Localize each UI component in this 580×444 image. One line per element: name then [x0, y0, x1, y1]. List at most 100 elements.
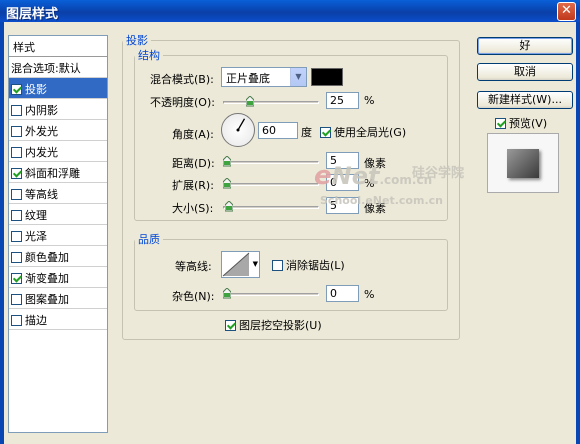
preview-checkbox[interactable]: 预览(V)	[495, 115, 547, 131]
style-item[interactable]: 外发光	[9, 120, 107, 141]
chevron-down-icon[interactable]: ▼	[253, 260, 258, 268]
style-item[interactable]: 图案叠加	[9, 288, 107, 309]
noise-slider-track[interactable]	[223, 293, 319, 296]
style-item[interactable]: 斜面和浮雕	[9, 162, 107, 183]
checkbox-icon[interactable]	[11, 189, 22, 200]
styles-list: 样式 混合选项:默认 投影内阴影外发光内发光斜面和浮雕等高线纹理光泽颜色叠加渐变…	[8, 35, 108, 433]
style-item[interactable]: 投影	[9, 78, 107, 99]
style-item[interactable]: 内阴影	[9, 99, 107, 120]
style-item[interactable]: 光泽	[9, 225, 107, 246]
chevron-down-icon[interactable]: ▼	[290, 68, 306, 86]
knockout-label: 图层挖空投影(U)	[239, 319, 322, 332]
style-item[interactable]: 描边	[9, 309, 107, 330]
style-item-label: 渐变叠加	[25, 272, 69, 285]
style-item[interactable]: 渐变叠加	[9, 267, 107, 288]
structure-title: 结构	[138, 49, 160, 62]
checkbox-icon[interactable]	[495, 118, 506, 129]
distance-slider-track[interactable]	[223, 161, 319, 164]
checkbox-icon[interactable]	[11, 126, 22, 137]
checkbox-icon[interactable]	[11, 105, 22, 116]
shadow-color-swatch[interactable]	[311, 68, 343, 86]
style-item-label: 光泽	[25, 230, 47, 243]
style-item-label: 纹理	[25, 209, 47, 222]
watermark-school: School.eNet.com.cn	[320, 194, 443, 207]
preview-label: 预览(V)	[509, 117, 548, 130]
style-item-label: 外发光	[25, 125, 58, 138]
distance-label: 距离(D):	[172, 157, 215, 170]
watermark-cn: 硅谷学院	[412, 166, 465, 181]
window-frame-left	[0, 22, 4, 444]
style-item-label: 斜面和浮雕	[25, 167, 80, 180]
checkbox-icon[interactable]	[320, 127, 331, 138]
blend-mode-label: 混合模式(B):	[150, 73, 214, 86]
cancel-button[interactable]: 取消	[477, 63, 573, 81]
checkbox-icon[interactable]	[11, 252, 22, 263]
checkbox-icon[interactable]	[11, 168, 22, 179]
new-style-button[interactable]: 新建样式(W)...	[477, 91, 573, 109]
ok-button[interactable]: 好	[477, 37, 573, 55]
spread-label: 扩展(R):	[172, 179, 214, 192]
checkbox-icon[interactable]	[11, 273, 22, 284]
size-slider-track[interactable]	[223, 206, 319, 209]
antialias-checkbox[interactable]: 消除锯齿(L)	[272, 257, 345, 273]
watermark-e: e	[314, 161, 332, 191]
angle-dial[interactable]	[221, 113, 255, 147]
preview-box	[487, 133, 559, 193]
quality-title: 品质	[138, 233, 160, 246]
angle-label: 角度(A):	[172, 128, 214, 141]
opacity-input[interactable]: 25	[326, 92, 359, 109]
checkbox-icon[interactable]	[11, 315, 22, 326]
style-item-label: 图案叠加	[25, 293, 69, 306]
checkbox-icon[interactable]	[225, 320, 236, 331]
style-item-label: 内阴影	[25, 104, 58, 117]
knockout-checkbox[interactable]: 图层挖空投影(U)	[225, 317, 322, 333]
style-item-label: 投影	[25, 83, 47, 96]
opacity-label: 不透明度(O):	[150, 96, 215, 109]
noise-slider-thumb[interactable]	[223, 288, 231, 299]
checkbox-icon[interactable]	[11, 84, 22, 95]
style-item[interactable]: 内发光	[9, 141, 107, 162]
antialias-label: 消除锯齿(L)	[286, 259, 345, 272]
opacity-slider-thumb[interactable]	[245, 96, 254, 107]
style-item-label: 颜色叠加	[25, 251, 69, 264]
opacity-slider-track[interactable]	[223, 101, 319, 104]
opacity-unit: %	[364, 94, 375, 107]
angle-input[interactable]: 60	[258, 122, 298, 139]
global-light-label: 使用全局光(G)	[334, 126, 407, 139]
drop-shadow-title: 投影	[126, 34, 148, 47]
noise-unit: %	[364, 288, 375, 301]
checkbox-icon[interactable]	[11, 210, 22, 221]
contour-picker[interactable]: ▼	[221, 251, 260, 278]
window-frame-right	[576, 22, 580, 444]
style-item-label: 内发光	[25, 146, 58, 159]
blend-mode-value: 正片叠底	[226, 72, 270, 85]
close-icon[interactable]: ✕	[557, 2, 576, 21]
style-item[interactable]: 纹理	[9, 204, 107, 225]
watermark-net: Net	[331, 162, 380, 190]
checkbox-icon[interactable]	[272, 260, 283, 271]
blend-mode-select[interactable]: 正片叠底 ▼	[221, 67, 307, 87]
contour-curve-icon	[222, 252, 250, 277]
style-item-label: 等高线	[25, 188, 58, 201]
noise-label: 杂色(N):	[172, 290, 215, 303]
style-item[interactable]: 等高线	[9, 183, 107, 204]
checkbox-icon[interactable]	[11, 231, 22, 242]
window-title: 图层样式	[6, 7, 59, 22]
distance-slider-thumb[interactable]	[223, 156, 231, 167]
spread-slider-thumb[interactable]	[223, 178, 231, 189]
styles-header[interactable]: 样式	[9, 36, 107, 57]
style-item[interactable]: 颜色叠加	[9, 246, 107, 267]
checkbox-icon[interactable]	[11, 294, 22, 305]
spread-slider-track[interactable]	[223, 183, 319, 186]
angle-needle-icon	[236, 118, 246, 132]
noise-input[interactable]: 0	[326, 285, 359, 302]
blend-options-item[interactable]: 混合选项:默认	[9, 57, 107, 78]
global-light-checkbox[interactable]: 使用全局光(G)	[320, 124, 406, 140]
title-bar: 图层样式 ✕	[0, 0, 580, 22]
size-slider-thumb[interactable]	[224, 201, 233, 212]
size-label: 大小(S):	[172, 202, 214, 215]
preview-swatch	[507, 149, 539, 178]
angle-unit: 度	[301, 126, 312, 139]
contour-label: 等高线:	[175, 260, 212, 273]
checkbox-icon[interactable]	[11, 147, 22, 158]
